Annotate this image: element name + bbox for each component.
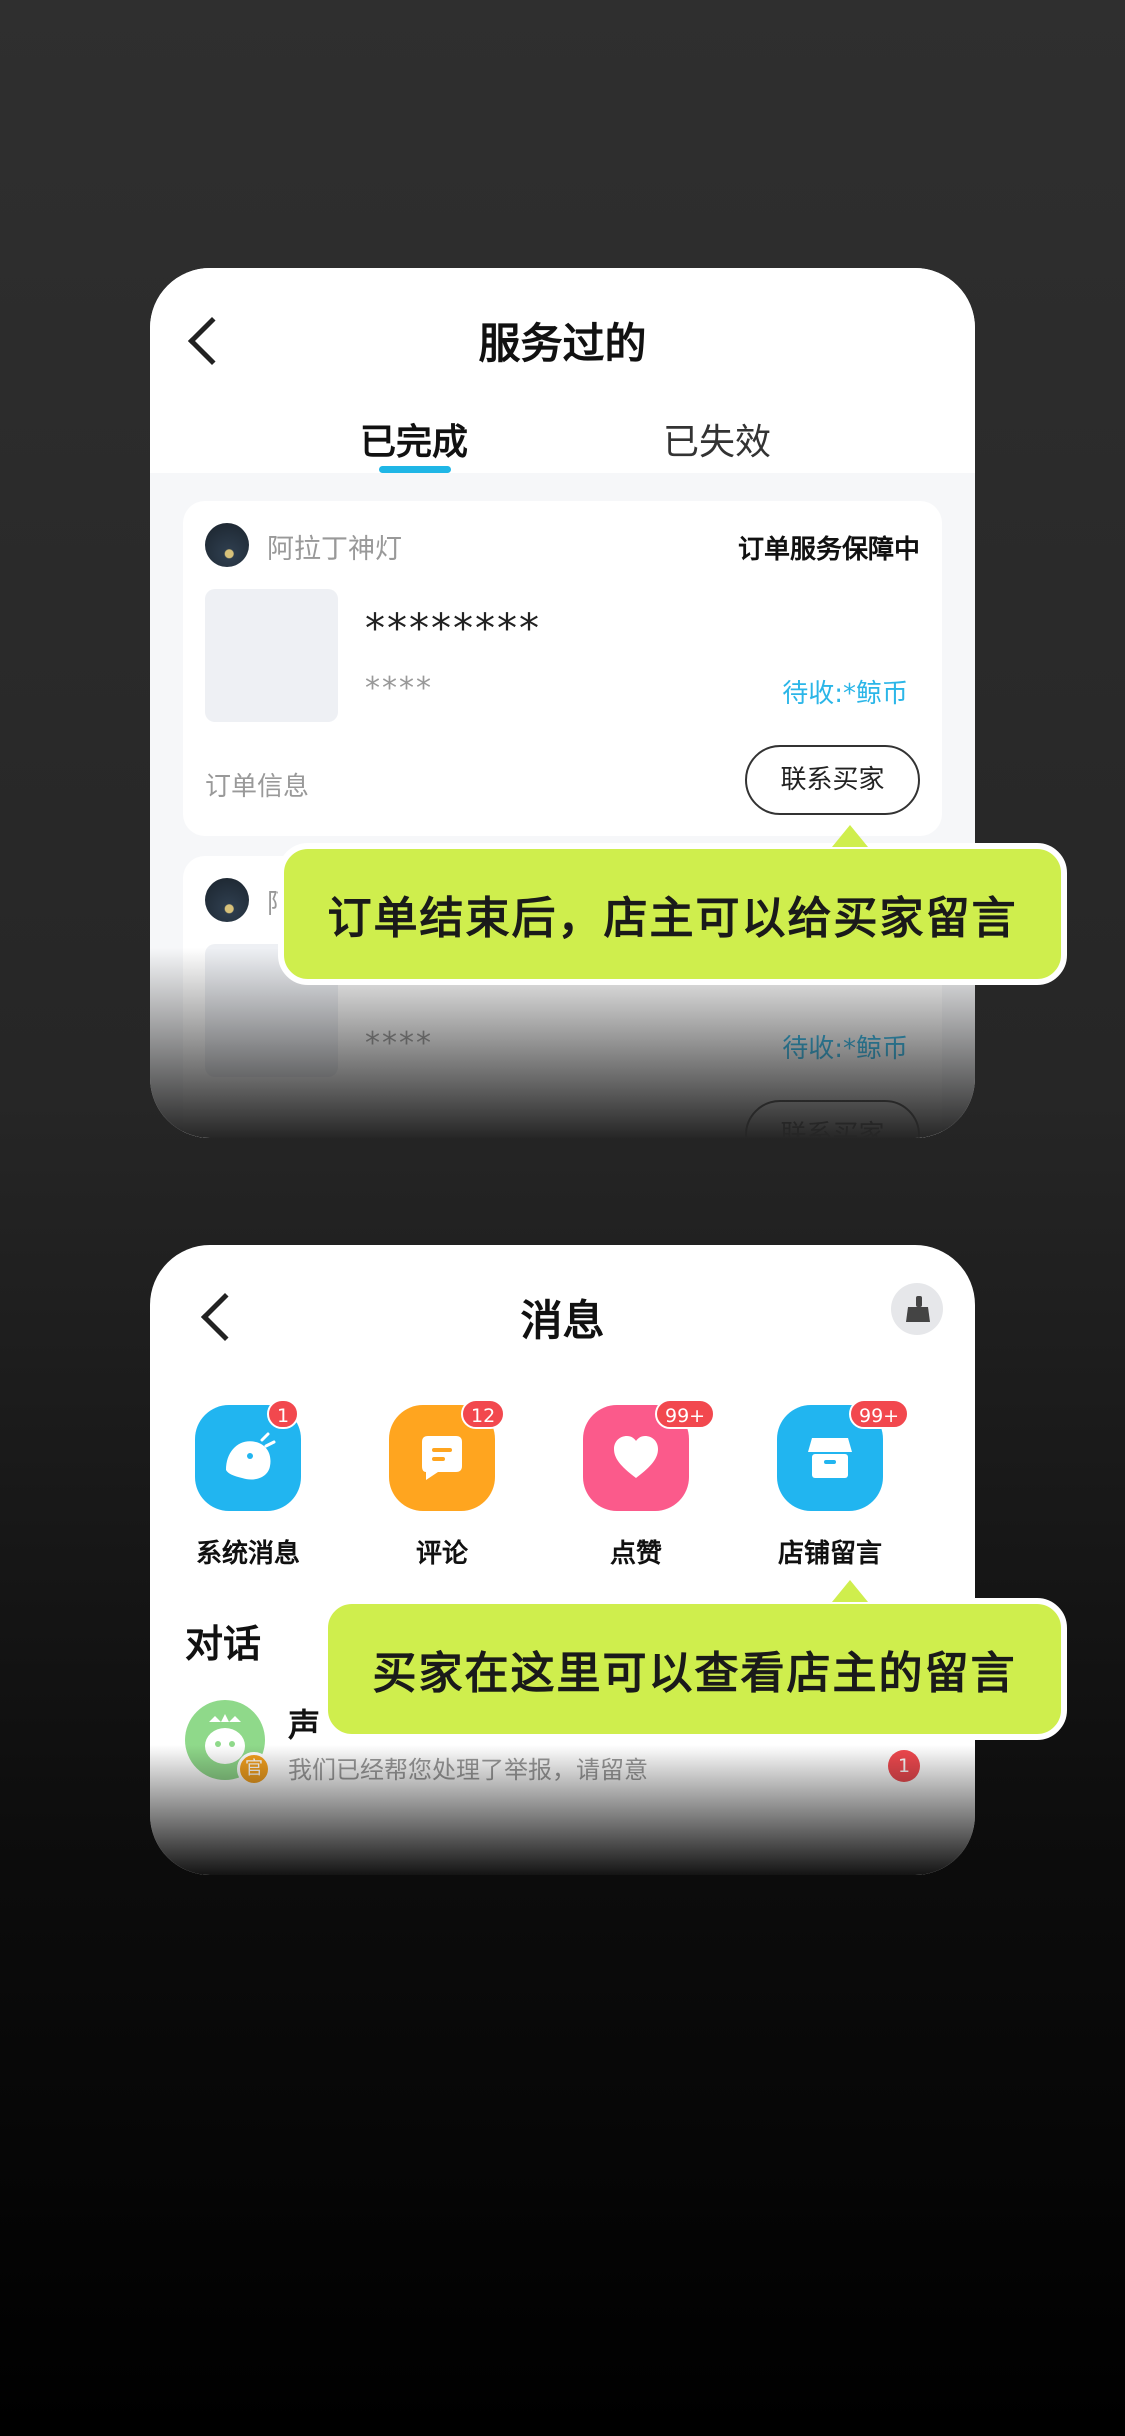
bird-icon: 1: [195, 1399, 301, 1511]
shop-name: 阿拉丁神灯: [267, 534, 402, 565]
messages-screen: 消息 1 系统消息 12 评论 99+ 点赞 99+ 店铺留言 对话 官 声 我…: [150, 1245, 975, 1875]
unread-badge: 99+: [655, 1399, 716, 1429]
category-shop-messages[interactable]: 99+ 店铺留言: [750, 1399, 910, 1570]
category-comments[interactable]: 12 评论: [362, 1399, 522, 1570]
page-title: 服务过的: [478, 319, 647, 368]
category-label: 店铺留言: [777, 1539, 882, 1569]
product-subtitle: ****: [365, 1026, 433, 1061]
unread-badge: 1: [888, 1750, 920, 1782]
category-system-messages[interactable]: 1 系统消息: [168, 1399, 328, 1570]
active-tab-indicator: [379, 466, 451, 473]
official-badge: 官: [237, 1752, 271, 1786]
service-history-screen: 服务过的 已完成 已失效 阿拉丁神灯 订单服务保障中 ******** ****…: [150, 268, 975, 1138]
contact-buyer-button[interactable]: 联系买家: [745, 1100, 920, 1138]
shop-icon: 99+: [777, 1399, 910, 1511]
order-info-link[interactable]: 订单信息: [205, 766, 309, 803]
tab-expired[interactable]: 已失效: [663, 413, 771, 465]
comment-icon: 12: [389, 1399, 506, 1511]
tooltip-leave-message: 订单结束后，店主可以给买家留言: [278, 825, 1067, 985]
category-likes[interactable]: 99+ 点赞: [556, 1399, 716, 1570]
conversations-heading: 对话: [185, 1622, 262, 1666]
page-title: 消息: [520, 1296, 605, 1345]
tooltip-view-shop-messages: 买家在这里可以查看店主的留言: [322, 1580, 1067, 1740]
heart-icon: 99+: [583, 1399, 716, 1511]
product-thumbnail: [205, 589, 338, 722]
product-name: ********: [365, 606, 541, 652]
broom-icon[interactable]: [891, 1283, 943, 1335]
category-label: 点赞: [609, 1539, 662, 1569]
unread-badge: 1: [267, 1399, 300, 1429]
unread-badge: 12: [461, 1399, 506, 1429]
category-label: 评论: [415, 1539, 468, 1569]
shop-avatar: [205, 523, 249, 567]
pending-price: 待收:*鲸币: [782, 1034, 908, 1064]
order-card[interactable]: 阿拉丁神灯 订单服务保障中 ******** **** 待收:*鲸币 订单信息 …: [183, 501, 942, 836]
category-label: 系统消息: [195, 1539, 300, 1569]
pending-price: 待收:*鲸币: [782, 679, 908, 709]
shop-avatar: [205, 878, 249, 922]
order-status: 订单服务保障中: [737, 535, 920, 565]
contact-buyer-button[interactable]: 联系买家: [745, 745, 920, 815]
tab-completed[interactable]: 已完成: [360, 413, 468, 465]
avatar[interactable]: 官: [185, 1700, 271, 1786]
service-header: 服务过的 已完成 已失效: [150, 268, 975, 473]
conversation-preview[interactable]: 我们已经帮您处理了举报，请留意: [288, 1750, 648, 1785]
unread-badge: 99+: [849, 1399, 910, 1429]
conversation-name[interactable]: 声: [288, 1700, 320, 1746]
product-subtitle: ****: [365, 671, 433, 706]
